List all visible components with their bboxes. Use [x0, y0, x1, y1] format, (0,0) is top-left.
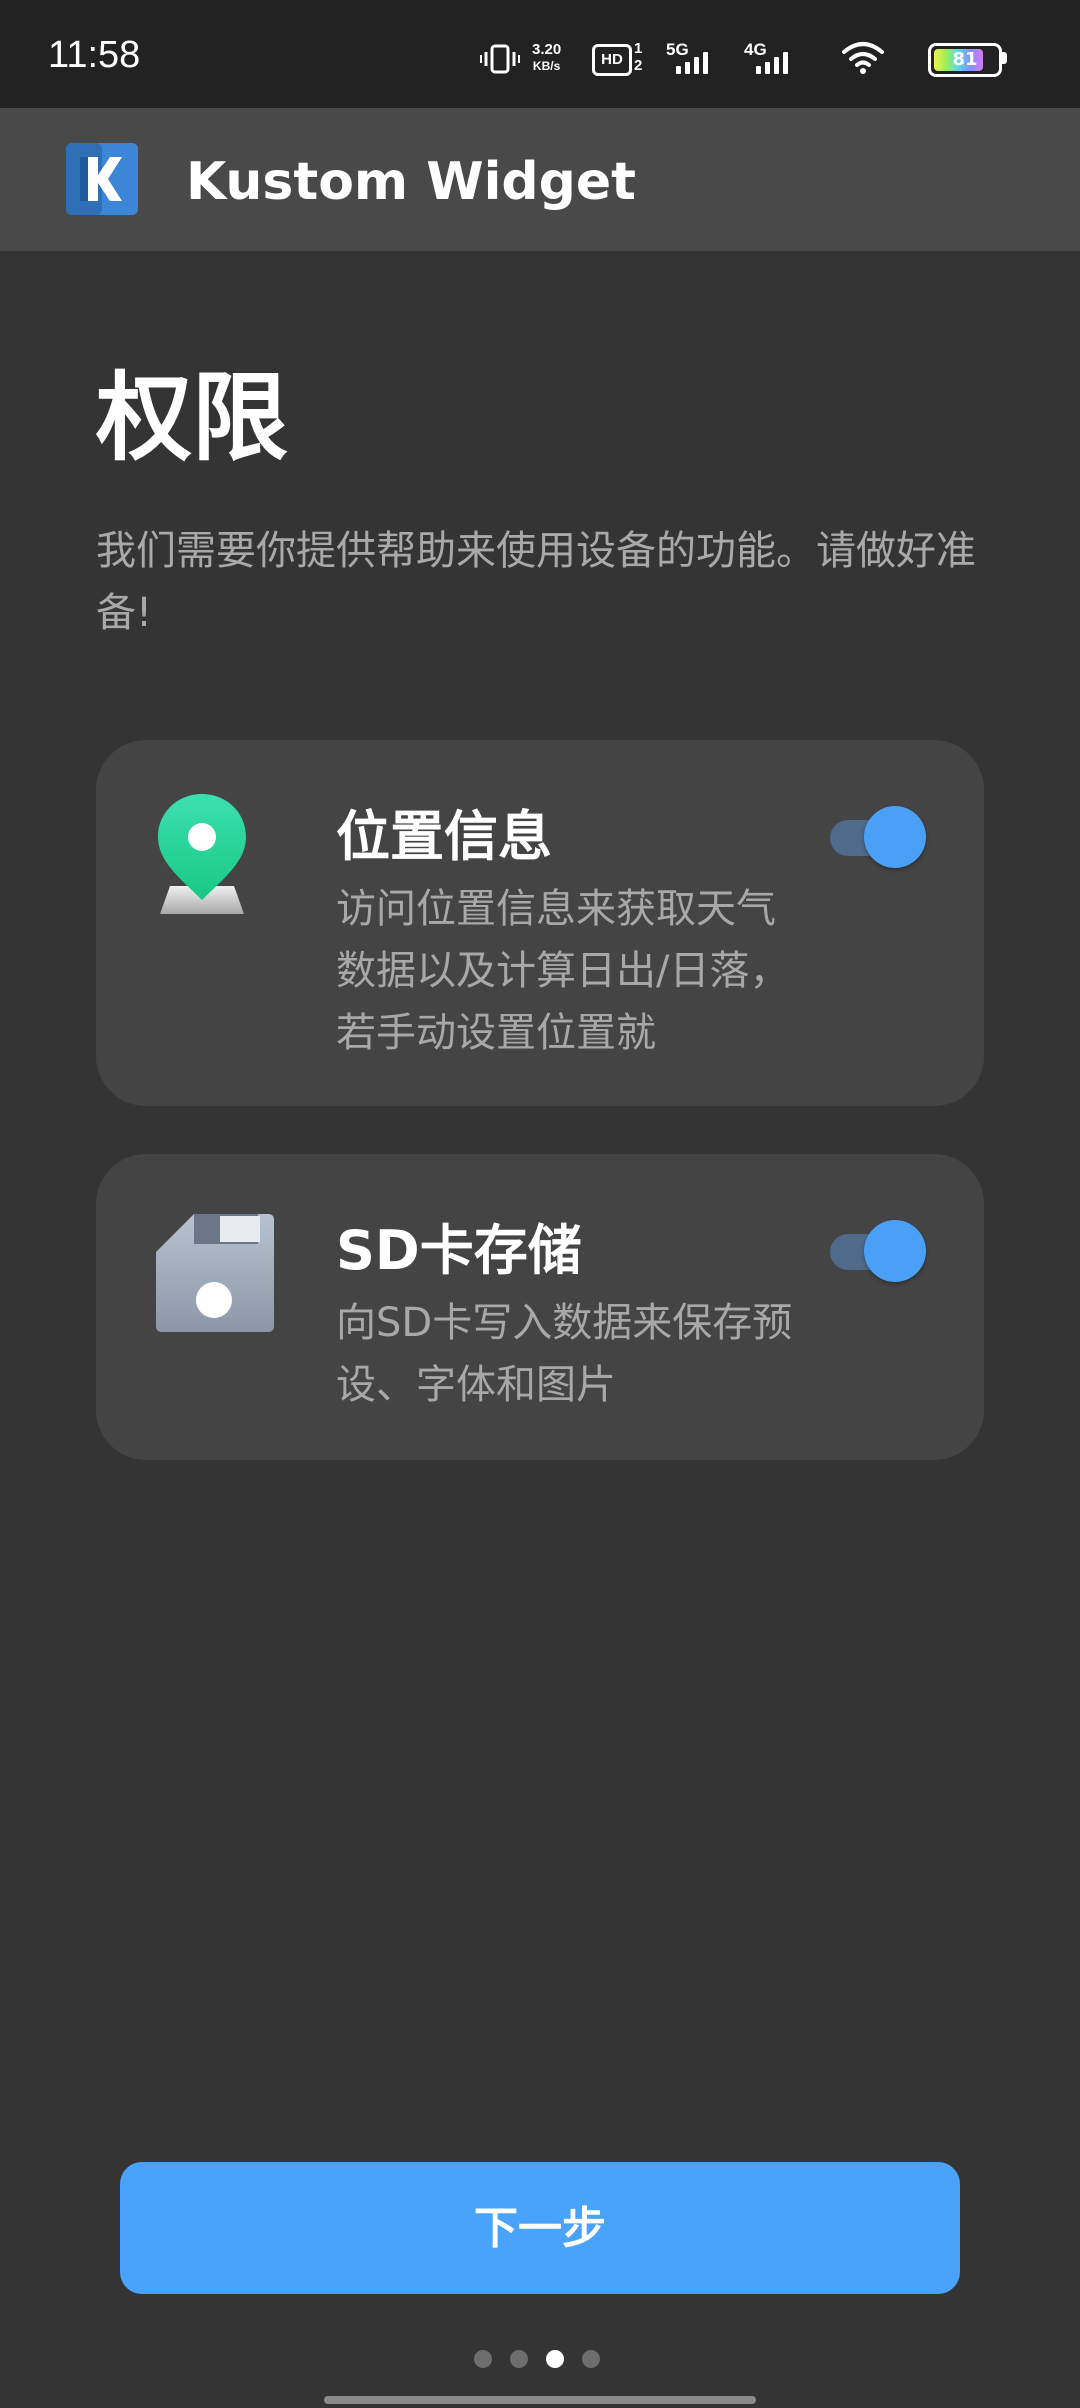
- network-speed-unit: KB/s: [532, 59, 561, 73]
- app-title: Kustom Widget: [186, 152, 636, 212]
- page-dot: [546, 2350, 564, 2368]
- permission-card-storage[interactable]: SD卡存储 向SD卡写入数据来保存预设、字体和图片: [96, 1154, 984, 1460]
- kustom-logo-icon: [66, 143, 138, 215]
- signal1-bars-icon: [676, 50, 716, 74]
- permission-title: SD卡存储: [336, 1219, 582, 1282]
- wifi-icon: [842, 42, 884, 74]
- page-dot: [474, 2350, 492, 2368]
- permission-description: 向SD卡写入数据来保存预设、字体和图片: [336, 1300, 793, 1408]
- sim-slot-labels: 1 2: [634, 40, 642, 74]
- page-dot: [582, 2350, 600, 2368]
- battery-icon: 81: [928, 43, 1002, 77]
- network-speed: 3.20 KB/s: [532, 42, 561, 74]
- status-bar: 11:58 3.20 KB/s HD 1 2 5G 4G 81: [0, 0, 1080, 108]
- status-icons: 3.20 KB/s HD 1 2 5G 4G 81: [480, 0, 1080, 108]
- toggle-thumb: [864, 806, 926, 868]
- permission-description: 访问位置信息来获取天气数据以及计算日出/日落，若手动设置位置就: [336, 886, 790, 1056]
- floppy-disk-icon: [156, 1214, 274, 1332]
- app-bar: Kustom Widget: [0, 108, 1080, 251]
- sim1-label: 1: [634, 40, 643, 57]
- battery-tip: [1002, 52, 1007, 64]
- permission-card-location[interactable]: 位置信息 访问位置信息来获取天气数据以及计算日出/日落，若手动设置位置就: [96, 740, 984, 1106]
- page-dot: [510, 2350, 528, 2368]
- network-speed-value: 3.20: [532, 41, 562, 58]
- location-permission-toggle[interactable]: [830, 806, 926, 868]
- sim2-label: 2: [634, 57, 643, 74]
- signal2-bars-icon: [756, 50, 796, 74]
- toggle-thumb: [864, 1220, 926, 1282]
- page-description: 我们需要你提供帮助来使用设备的功能。请做好准备!: [96, 528, 976, 636]
- home-indicator[interactable]: [324, 2396, 756, 2404]
- vibrate-icon: [480, 44, 520, 74]
- page-indicator: [474, 2350, 614, 2370]
- storage-permission-toggle[interactable]: [830, 1220, 926, 1282]
- battery-level: 81: [952, 49, 978, 70]
- location-pin-icon: [158, 794, 246, 914]
- permission-title: 位置信息: [336, 805, 552, 868]
- status-time: 11:58: [48, 34, 141, 76]
- page-title: 权限: [96, 362, 288, 474]
- next-button[interactable]: 下一步: [120, 2162, 960, 2294]
- hd-voice-badge: HD: [592, 44, 632, 76]
